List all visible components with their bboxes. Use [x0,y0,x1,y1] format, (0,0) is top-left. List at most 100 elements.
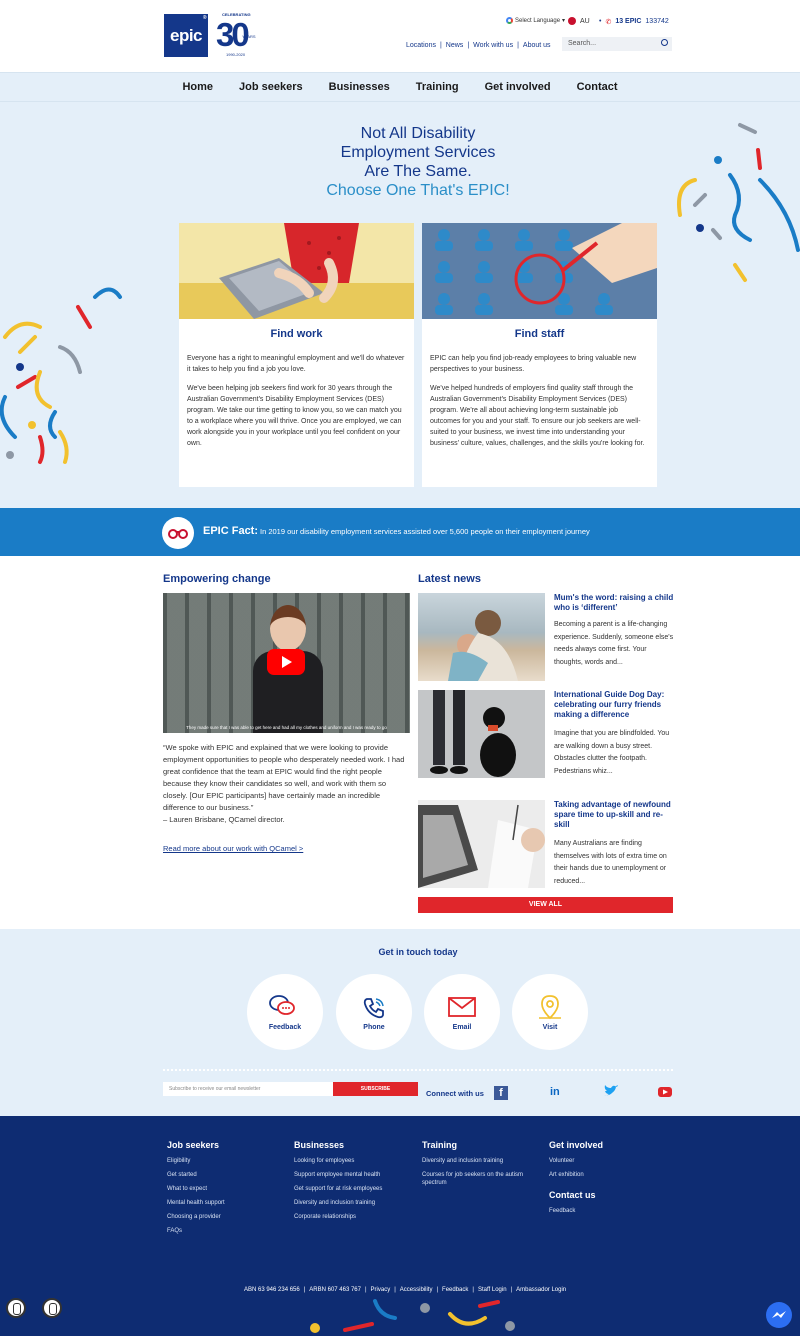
phone-number: 133742 [645,18,669,25]
link-locations[interactable]: Locations [406,42,436,49]
quote-author: – Lauren Brisbane, QCamel director. [163,815,285,824]
newsletter-email-input[interactable]: Subscribe to receive our email newslette… [163,1082,333,1096]
accessibility-toolbar-icon[interactable] [42,1298,62,1318]
hero-line-1: Not All Disability [360,125,476,142]
find-staff-title[interactable]: Find staff [422,328,657,340]
footer-confetti [310,1299,515,1333]
footer-link[interactable]: Volunteer [549,1154,603,1168]
binoculars-icon [162,517,194,549]
find-staff-body: EPIC can help you find job-ready employe… [422,353,657,449]
news-title[interactable]: International Guide Dog Day: celebrating… [554,690,674,720]
footer-link[interactable]: Get started [167,1168,225,1182]
find-work-p1: Everyone has a right to meaningful emplo… [187,355,405,373]
hero-line-3: Are The Same. [364,163,472,180]
footer-link[interactable]: Looking for employees [294,1154,382,1168]
read-more-link[interactable]: Read more about our work with QCamel > [163,844,303,853]
news-excerpt: Many Australians are finding themselves … [554,840,667,885]
footer-link[interactable]: Art exhibition [549,1168,603,1182]
footer-col-get-involved: Get involved Volunteer Art exhibition [549,1140,603,1182]
video-player[interactable]: They made sure that I was able to get he… [163,593,410,733]
footer-link[interactable]: Diversity and inclusion training [294,1196,382,1210]
feedback-link[interactable]: Feedback [442,1287,468,1293]
epic-fact-bar: EPIC Fact: In 2019 our disability employ… [0,508,800,556]
footer-link[interactable]: What to expect [167,1182,225,1196]
country-select[interactable]: AU [568,17,590,25]
footer-bottom-links: ABN 63 946 234 656 | ARBN 607 463 767 | Pr… [244,1287,567,1293]
phone-label: 13 EPIC [615,18,642,25]
nav-job-seekers[interactable]: Job seekers [226,73,316,101]
news-thumbnail [418,800,545,888]
twitter-icon[interactable] [603,1084,619,1101]
subscribe-button[interactable]: SUBSCRIBE [333,1082,418,1096]
email-button[interactable]: Email [424,974,500,1050]
find-work-title[interactable]: Find work [179,328,414,340]
news-item[interactable]: Taking advantage of newfound spare time … [418,800,672,890]
footer-link[interactable]: Get support for at risk employees [294,1182,382,1196]
phone-icon: ✆ [605,19,612,26]
footer-link[interactable]: Courses for job seekers on the autism sp… [422,1171,542,1187]
privacy-link[interactable]: Privacy [371,1287,391,1293]
nav-contact[interactable]: Contact [564,73,631,101]
nav-get-involved[interactable]: Get involved [472,73,564,101]
nav-businesses[interactable]: Businesses [316,73,403,101]
footer-col-title[interactable]: Training [422,1140,542,1150]
utility-links: Locations | News | Work with us | About us [406,42,551,49]
footer-link[interactable]: Choosing a provider [167,1210,225,1224]
visit-button[interactable]: Visit [512,974,588,1050]
linkedin-icon[interactable]: in [550,1086,560,1098]
feedback-button[interactable]: Feedback [247,974,323,1050]
footer-link[interactable]: Eligibility [167,1154,225,1168]
phone-button[interactable]: Phone [336,974,412,1050]
nav-training[interactable]: Training [403,73,472,101]
accessibility-widget-icon[interactable] [6,1298,26,1318]
news-heading: Latest news [418,573,481,585]
footer-link[interactable]: Feedback [549,1204,596,1218]
feedback-label: Feedback [268,1024,302,1031]
hero-accent: Choose One That's EPIC! [326,182,510,199]
view-all-button[interactable]: VIEW ALL [418,897,673,913]
youtube-icon[interactable] [658,1087,672,1100]
bullet-icon: • [599,18,602,25]
news-excerpt: Imagine that you are blindfolded. You ar… [554,730,670,775]
footer-link[interactable]: Support employee mental health [294,1168,382,1182]
epic-logo[interactable]: epic ® [164,14,208,57]
find-work-illustration [179,223,414,319]
messenger-chat-icon[interactable] [766,1302,792,1328]
search-input[interactable]: Search... [562,37,672,51]
footer-col-title[interactable]: Job seekers [167,1140,225,1150]
footer-link[interactable]: Mental health support [167,1196,225,1210]
footer-col-title[interactable]: Businesses [294,1140,382,1150]
footer-link[interactable]: Diversity and inclusion training [422,1154,542,1168]
nav-home[interactable]: Home [169,73,226,101]
fact-text: In 2019 our disability employment servic… [260,527,590,536]
link-about-us[interactable]: About us [523,42,551,49]
ambassador-login-link[interactable]: Ambassador Login [516,1287,566,1293]
news-item[interactable]: International Guide Dog Day: celebrating… [418,690,672,780]
find-staff-card[interactable]: Find staff EPIC can help you find job-re… [422,223,657,487]
footer-col-job-seekers: Job seekers Eligibility Get started What… [167,1140,225,1238]
play-icon[interactable] [267,649,305,675]
hero-section: Not All Disability Employment Services A… [0,102,800,508]
find-work-card[interactable]: Find work Everyone has a right to meanin… [179,223,414,487]
email-label: Email [452,1024,472,1031]
connect-label: Connect with us [426,1089,484,1098]
link-work-with-us[interactable]: Work with us [473,42,513,49]
news-thumbnail [418,593,545,681]
header-phone[interactable]: • ✆ 13 EPIC 133742 [599,18,669,26]
hero-title: Not All Disability Employment Services A… [250,124,586,200]
language-select[interactable]: Select Language ▾ [506,17,565,24]
staff-login-link[interactable]: Staff Login [478,1287,507,1293]
envelope-icon [448,997,476,1017]
accessibility-link[interactable]: Accessibility [400,1287,433,1293]
footer-link[interactable]: FAQs [167,1224,225,1238]
news-title[interactable]: Taking advantage of newfound spare time … [554,800,674,830]
footer-col-title[interactable]: Get involved [549,1140,603,1150]
facebook-icon[interactable]: f [494,1086,508,1100]
news-title[interactable]: Mum's the word: raising a child who is ‘… [554,593,674,613]
search-icon[interactable] [661,39,668,46]
site-header: epic ® CELEBRATING 30 YEARS 1990-2020 Se… [0,0,800,72]
footer-link[interactable]: Corporate relationships [294,1210,382,1224]
news-item[interactable]: Mum's the word: raising a child who is ‘… [418,593,674,683]
footer-col-title[interactable]: Contact us [549,1190,596,1200]
link-news[interactable]: News [446,42,464,49]
